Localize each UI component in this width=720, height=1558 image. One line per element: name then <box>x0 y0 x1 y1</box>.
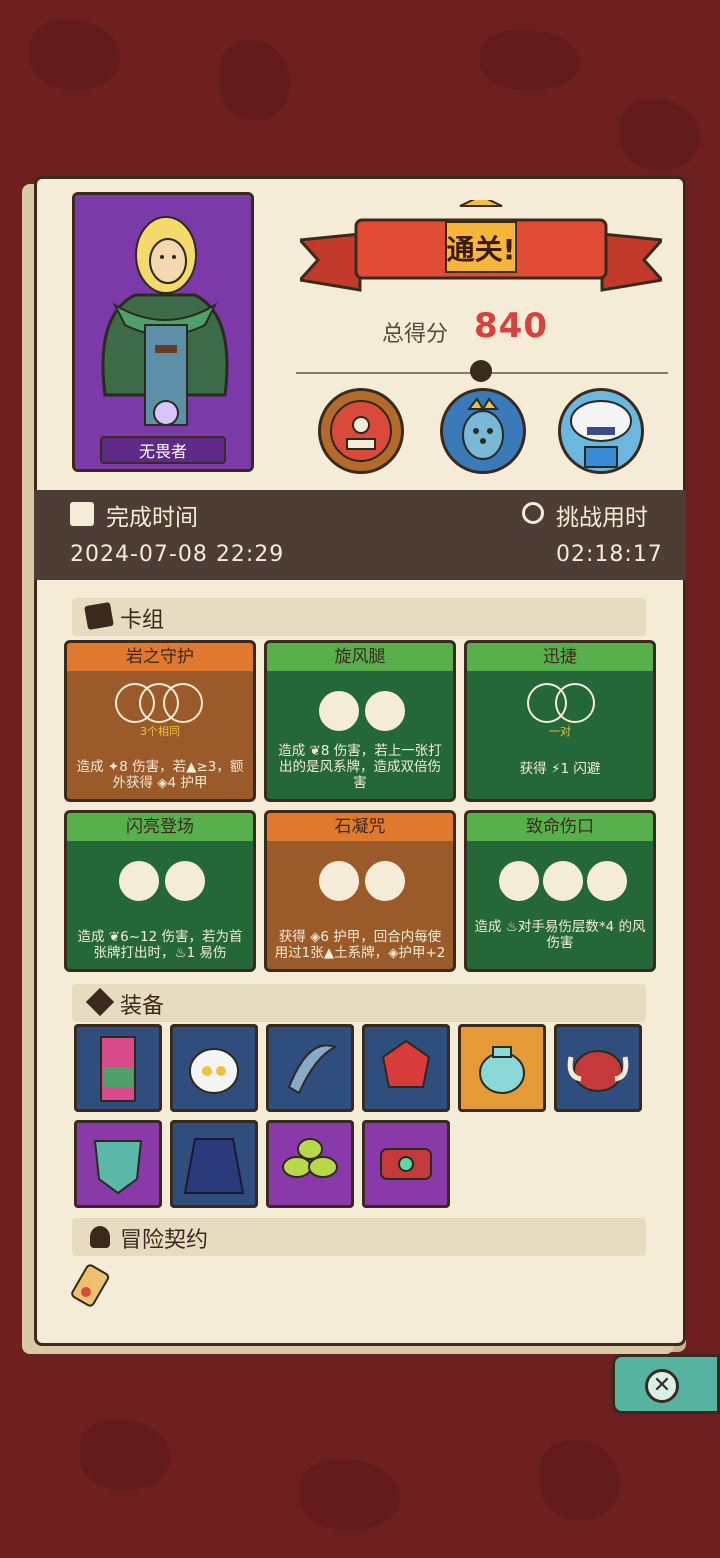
bg-pattern <box>480 30 580 90</box>
ruby-gem-icon[interactable] <box>362 1024 450 1112</box>
card-description: 造成 ♨对手易伤层数*4 的风伤害 <box>474 919 646 951</box>
horn-meat-icon[interactable] <box>554 1024 642 1112</box>
earth-slot-icon <box>365 861 405 901</box>
bracer-icon[interactable] <box>362 1120 450 1208</box>
bg-pattern <box>220 40 290 120</box>
wind-slot-icon <box>543 861 583 901</box>
card-description: 获得 ⚡1 闪避 <box>519 761 601 777</box>
duration-label: 挑战用时 <box>556 505 648 531</box>
contract-title: 冒险契约 <box>120 1228 209 1253</box>
contract-icon <box>90 1226 110 1248</box>
card-description: 造成 ✦8 伤害，若▲≥3，额外获得 ◈4 护甲 <box>76 759 244 791</box>
leaf-icon[interactable] <box>266 1120 354 1208</box>
card-name: 闪亮登场 <box>67 813 253 841</box>
deck-title: 卡组 <box>120 608 165 633</box>
score-value: 840 <box>474 306 548 346</box>
boss-portrait-1 <box>318 388 404 474</box>
scythe-icon[interactable] <box>266 1024 354 1112</box>
finish-time-value: 2024-07-08 22:29 <box>70 542 285 567</box>
card-name: 迅捷 <box>467 643 653 671</box>
totem-icon[interactable] <box>74 1024 162 1112</box>
demon-shield-icon[interactable] <box>74 1120 162 1208</box>
card-description: 获得 ◈6 护甲，回合内每使用过1张▲土系牌，◈护甲+2 <box>274 929 446 961</box>
bg-pattern <box>540 1440 620 1520</box>
card[interactable]: 致命伤口 造成 ♨对手易伤层数*4 的风伤害 <box>464 810 656 972</box>
card-name: 致命伤口 <box>467 813 653 841</box>
bg-pattern <box>620 100 700 170</box>
duration-value: 02:18:17 <box>556 542 663 567</box>
skull-helmet-icon[interactable] <box>170 1024 258 1112</box>
cards-icon <box>84 601 114 631</box>
blue-cloak-icon[interactable] <box>170 1120 258 1208</box>
victory-banner: 通关! <box>296 194 666 310</box>
card[interactable]: 迅捷 一对 获得 ⚡1 闪避 <box>464 640 656 802</box>
bg-pattern <box>300 1460 400 1530</box>
stopwatch-icon <box>522 502 544 524</box>
boss-portrait-3 <box>558 388 644 474</box>
boss-portrait-2 <box>440 388 526 474</box>
hero-portrait <box>72 192 254 472</box>
card-name: 旋风腿 <box>267 643 453 671</box>
card-description: 造成 ❦6~12 伤害，若为首张牌打出时，♨1 易伤 <box>77 929 243 961</box>
card-name: 岩之守护 <box>67 643 253 671</box>
card-condition: 一对 <box>549 725 571 738</box>
wind-slot-icon <box>587 861 627 901</box>
score-label: 总得分 <box>382 322 449 347</box>
card[interactable]: 闪亮登场 造成 ❦6~12 伤害，若为首张牌打出时，♨1 易伤 <box>64 810 256 972</box>
card-condition: 3个相同 <box>140 725 180 738</box>
card[interactable]: 岩之守护 3个相同 造成 ✦8 伤害，若▲≥3，额外获得 ◈4 护甲 <box>64 640 256 802</box>
equipment-title: 装备 <box>120 994 165 1019</box>
close-icon: ✕ <box>645 1369 679 1403</box>
close-button[interactable]: ✕ <box>612 1354 720 1414</box>
hero-name: 无畏者 <box>100 436 226 464</box>
bg-pattern <box>30 20 120 90</box>
slot-circle <box>163 683 203 723</box>
wind-slot-icon <box>119 861 159 901</box>
wind-slot-icon <box>499 861 539 901</box>
card-name: 石凝咒 <box>267 813 453 841</box>
wind-slot-icon <box>165 861 205 901</box>
skull-icon <box>470 360 492 382</box>
bg-pattern <box>80 1420 170 1490</box>
wind-slot-icon <box>365 691 405 731</box>
earth-slot-icon <box>319 861 359 901</box>
vase-icon[interactable] <box>458 1024 546 1112</box>
calendar-icon <box>70 502 94 526</box>
wind-slot-icon <box>319 691 359 731</box>
scroll-icon[interactable] <box>68 1262 114 1310</box>
card[interactable]: 旋风腿 造成 ❦8 伤害，若上一张打出的是风系牌，造成双倍伤害 <box>264 640 456 802</box>
slot-circle <box>555 683 595 723</box>
banner-title: 通关! <box>446 233 516 266</box>
finish-time-label: 完成时间 <box>106 505 198 531</box>
card-description: 造成 ❦8 伤害，若上一张打出的是风系牌，造成双倍伤害 <box>278 743 442 791</box>
card[interactable]: 石凝咒 获得 ◈6 护甲，回合内每使用过1张▲土系牌，◈护甲+2 <box>264 810 456 972</box>
